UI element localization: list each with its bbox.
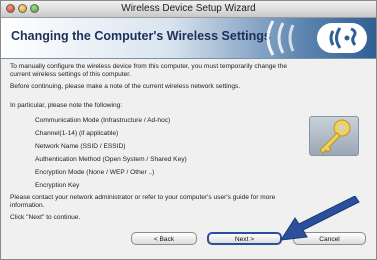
in-particular-text: In particular, please note the following… [10, 102, 123, 109]
list-item: Network Name (SSID / ESSID) [35, 143, 126, 150]
window-title: Wireless Device Setup Wizard [121, 3, 256, 14]
list-item: Encryption Mode (None / WEP / Other ..) [35, 169, 155, 176]
intro-text-2: current wireless settings of this comput… [10, 71, 131, 78]
pointer-arrow-icon [280, 196, 360, 241]
title-bar[interactable]: Wireless Device Setup Wizard [1, 1, 376, 18]
wizard-window: Wireless Device Setup Wizard Changing th… [0, 0, 377, 260]
list-item: Channel(1-14) (if applicable) [35, 130, 119, 137]
note-before-text: Before continuing, please make a note of… [10, 83, 241, 90]
contact-text-2: information. [10, 202, 45, 209]
next-button[interactable]: Next > [207, 232, 282, 245]
list-item: Communication Mode (Infrastructure / Ad-… [35, 117, 171, 124]
contact-text-1: Please contact your network administrato… [10, 194, 276, 201]
list-item: Encryption Key [35, 182, 80, 189]
intro-text-1: To manually configure the wireless devic… [10, 63, 288, 70]
list-item: Authentication Method (Open System / Sha… [35, 156, 187, 163]
wifi-logo-icon [266, 20, 367, 56]
key-icon [319, 119, 351, 154]
wizard-header: Changing the Computer's Wireless Setting… [1, 18, 376, 59]
page-title: Changing the Computer's Wireless Setting… [11, 29, 271, 43]
back-button[interactable]: < Back [131, 232, 197, 245]
click-next-text: Click "Next" to continue. [10, 214, 81, 221]
key-illustration [309, 116, 359, 156]
